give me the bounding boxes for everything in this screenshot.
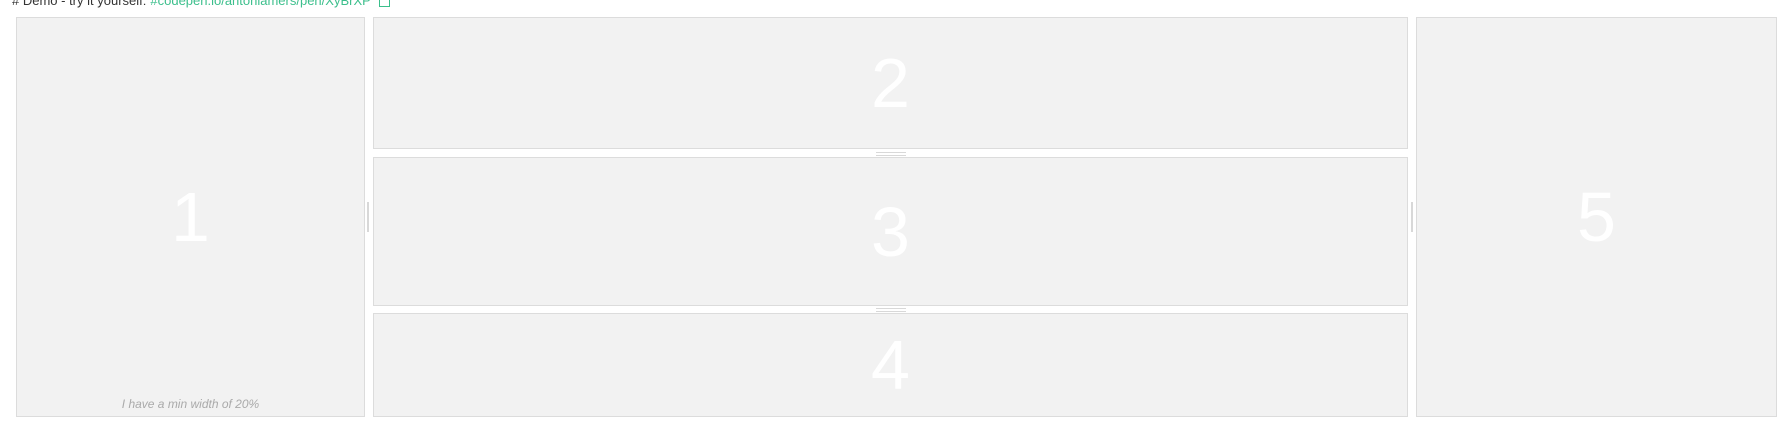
pane-3: 3 [373, 157, 1408, 306]
demo-prefix: # Demo - try it yourself: [12, 0, 147, 8]
pane-1: 1 I have a min width of 20% [16, 17, 365, 417]
pane-2: 2 [373, 17, 1408, 149]
pane-4: 4 [373, 313, 1408, 417]
external-link-icon[interactable] [378, 0, 390, 7]
vertical-gutter-left[interactable] [367, 202, 369, 232]
pane-5-number: 5 [1577, 178, 1616, 256]
pane-5: 5 [1416, 17, 1777, 417]
vertical-gutter-right[interactable] [1411, 202, 1413, 232]
pane-3-number: 3 [871, 192, 910, 271]
pane-4-number: 4 [871, 326, 910, 404]
horizontal-gutter-top[interactable] [876, 152, 906, 156]
codepen-link[interactable]: #codepen.io/antonlamers/pen/XyBrXP [150, 0, 370, 8]
pane-1-min-width-note: I have a min width of 20% [121, 397, 260, 411]
pane-2-number: 2 [871, 44, 910, 122]
horizontal-gutter-bottom[interactable] [876, 308, 906, 312]
demo-line: # Demo - try it yourself: #codepen.io/an… [12, 0, 390, 8]
pane-1-number: 1 [171, 178, 210, 256]
